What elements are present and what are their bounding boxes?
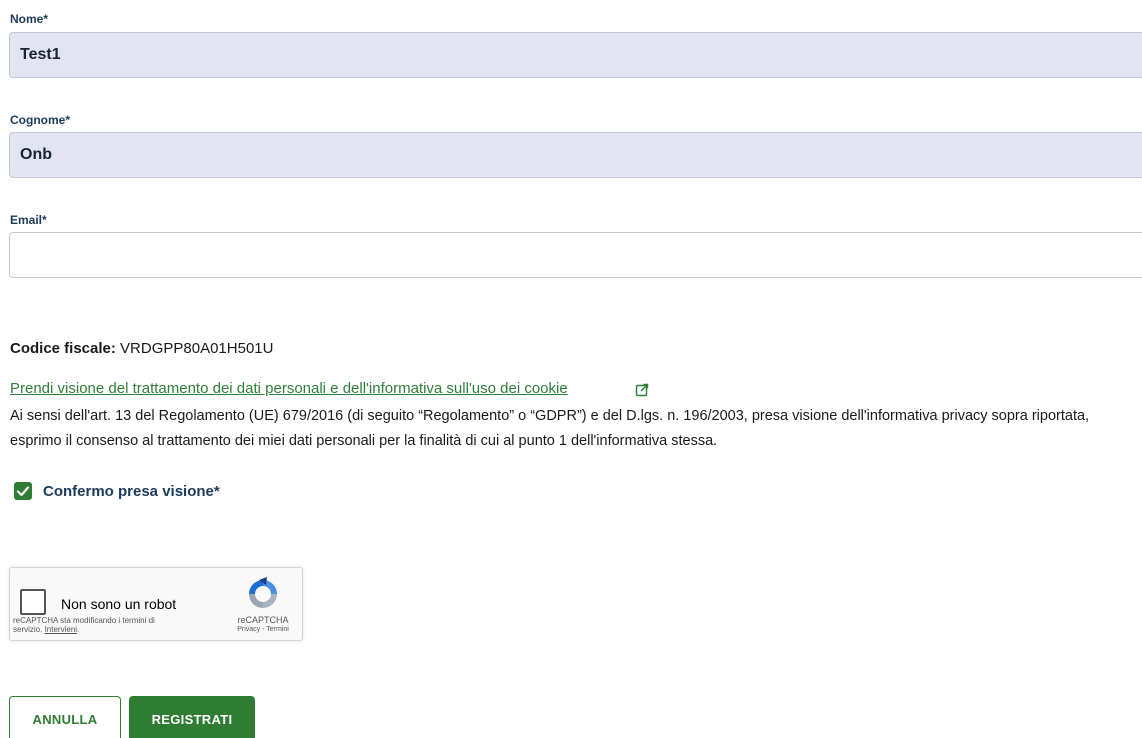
codice-fiscale-label: Codice fiscale: — [10, 340, 116, 357]
privacy-policy-link[interactable]: Prendi visione del trattamento dei dati … — [10, 380, 568, 397]
checkmark-icon — [16, 486, 30, 497]
recaptcha-links: Privacy - Termini — [220, 626, 306, 633]
cancel-button[interactable]: ANNULLA — [9, 696, 121, 738]
email-label: Email* — [10, 213, 47, 227]
cognome-label: Cognome* — [10, 113, 70, 127]
nome-label: Nome* — [10, 12, 49, 26]
cognome-input[interactable] — [9, 132, 1142, 178]
recaptcha-privacy-link[interactable]: Privacy — [237, 626, 260, 633]
recaptcha-brand: reCAPTCHA — [237, 615, 289, 625]
email-input[interactable] — [9, 232, 1142, 278]
register-button[interactable]: REGISTRATI — [129, 696, 255, 738]
recaptcha-widget: Non sono un robot reCAPTCHA sta modifica… — [9, 567, 303, 641]
recaptcha-label: Non sono un robot — [61, 596, 177, 612]
registration-form: Nome* Cognome* Email* Codice fiscale: VR… — [0, 0, 1142, 738]
recaptcha-notice-text: reCAPTCHA sta modificando i termini di s… — [13, 616, 155, 634]
recaptcha-terms-link[interactable]: Termini — [266, 626, 289, 633]
consent-label[interactable]: Confermo presa visione* — [43, 483, 220, 500]
nome-input[interactable] — [9, 32, 1142, 78]
codice-fiscale-value: VRDGPP80A01H501U — [120, 340, 274, 357]
codice-fiscale-row: Codice fiscale: VRDGPP80A01H501U — [10, 340, 273, 357]
recaptcha-notice: reCAPTCHA sta modificando i termini di s… — [13, 616, 155, 634]
external-link-icon[interactable] — [635, 383, 649, 397]
consent-checkbox[interactable] — [14, 482, 32, 500]
recaptcha-logo-icon — [249, 577, 277, 608]
privacy-consent-text: Ai sensi dell'art. 13 del Regolamento (U… — [10, 408, 1090, 449]
recaptcha-notice-link[interactable]: Intervieni — [45, 625, 77, 634]
recaptcha-checkbox[interactable] — [20, 589, 46, 615]
